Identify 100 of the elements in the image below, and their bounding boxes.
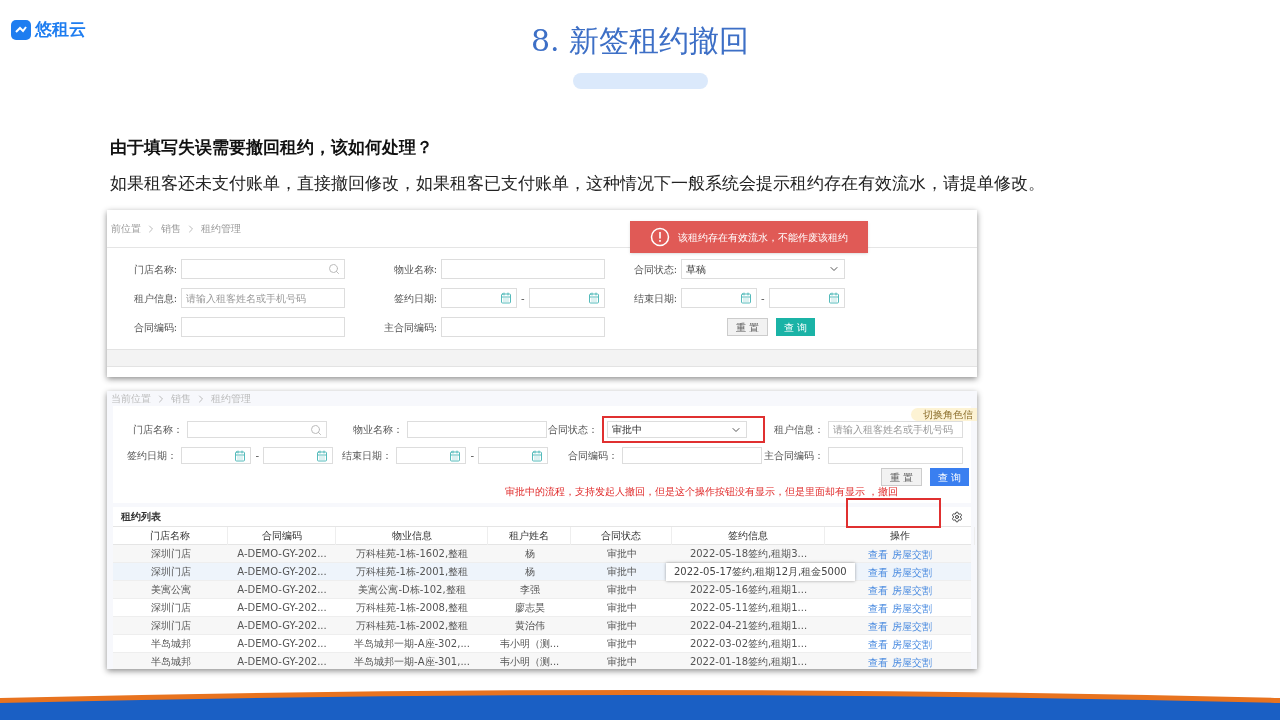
calendar-icon [234, 449, 247, 462]
table-cell-text: 2022-04-21签约,租期1... [688, 619, 809, 633]
date-field[interactable] [263, 447, 333, 464]
table-row[interactable]: 半岛城邦 A-DEMO-GY-202... 半岛城邦一期-A座-301,... 韦小明（测... 审批中 2022-01-18签约,租期1... 查看 房屋交割 [113, 653, 971, 669]
action-link[interactable]: 房屋交割 [892, 618, 932, 634]
action-link[interactable]: 查看 [868, 582, 888, 598]
table-cell-text: 杨 [523, 547, 536, 561]
date-field[interactable] [181, 447, 252, 464]
table-cell-text: 审批中 [605, 619, 638, 633]
action-link[interactable]: 查看 [868, 546, 888, 562]
table-cell-text: 2022-05-11签约,租期1... [688, 601, 809, 615]
date-field[interactable] [478, 447, 548, 464]
table-row[interactable]: 深圳门店 A-DEMO-GY-202... 万科桂苑-1栋-2008,整租 廖志昊 审批中 2022-05-11签约,租期1... 查看 房屋交割 [113, 599, 971, 617]
table-cell-text: 廖志昊 [513, 601, 546, 615]
table-cell-text: 审批中 [605, 583, 638, 597]
field-label: 合同编码: [132, 320, 177, 335]
input-field[interactable] [441, 317, 605, 337]
input-field[interactable] [441, 259, 605, 279]
calendar-icon [316, 449, 328, 462]
table-cell-text: 万科桂苑-1栋-2008,整租 [354, 601, 470, 615]
table-row[interactable]: 深圳门店 A-DEMO-GY-202... 万科桂苑-1栋-2001,整租 杨 审批中 2022-05-17签约,租期12月,租金5000 查看 房屋交割 [113, 563, 971, 581]
calendar-icon [827, 292, 840, 304]
search-icon [328, 263, 340, 275]
question-text: 由于填写失误需要撤回租约，该如何处理？ [110, 136, 434, 159]
table-cell-text: 2022-03-02签约,租期1... [688, 637, 809, 651]
action-link[interactable]: 房屋交割 [892, 600, 932, 616]
calendar-icon [449, 449, 462, 462]
action-link[interactable]: 房屋交割 [892, 564, 932, 580]
field-label: 合同编码： [567, 449, 618, 463]
action-link[interactable]: 查看 [868, 636, 888, 652]
input-field[interactable]: 请输入租客姓名或手机号码 [828, 421, 963, 438]
date-field[interactable] [681, 288, 757, 308]
table-cell-text: 李强 [518, 583, 541, 597]
table-cell-text: A-DEMO-GY-202... [236, 637, 328, 651]
field-label: 门店名称： [132, 423, 183, 437]
search-field[interactable] [181, 259, 345, 279]
answer-text: 如果租客还未支付账单，直接撤回修改，如果租客已支付账单，这种情况下一般系统会提示租约存在有效流水，请提单修改。 [110, 171, 1046, 195]
search-field[interactable] [187, 421, 327, 438]
input-field[interactable]: 请输入租客姓名或手机号码 [181, 288, 345, 308]
breadcrumb-item[interactable]: 前位置 [111, 221, 141, 236]
field-label: 租户信息： [773, 423, 824, 437]
action-link[interactable]: 房屋交割 [892, 546, 932, 562]
field-label: 物业名称: [392, 262, 437, 277]
field-label: 结束日期： [341, 449, 393, 463]
table-cell-text: 万科桂苑-1栋-1602,整租 [354, 547, 470, 561]
table-cell-text: 深圳门店 [149, 547, 192, 561]
range-dash: - [761, 291, 765, 306]
action-link[interactable]: 查看 [868, 600, 888, 616]
table-cell-text: 美寓公寓 [149, 583, 192, 597]
table-cell-text: 万科桂苑-1栋-2002,整租 [354, 619, 470, 633]
table-cell-text: 杨 [523, 565, 536, 579]
field-label: 主合同编码： [763, 449, 824, 463]
action-link[interactable]: 查看 [868, 618, 888, 634]
action-link[interactable]: 查看 [868, 654, 888, 669]
settings-icon[interactable] [951, 510, 963, 523]
date-field[interactable] [396, 447, 467, 464]
action-link[interactable]: 房屋交割 [892, 582, 932, 598]
table-row[interactable]: 深圳门店 A-DEMO-GY-202... 万科桂苑-1栋-1602,整租 杨 审批中 2022-05-18签约,租期3... 查看 房屋交割 [113, 545, 971, 563]
logo-text: 悠租云 [35, 18, 86, 41]
table-cell-text: 审批中 [605, 655, 638, 669]
select-field[interactable]: 草稿 [681, 259, 845, 279]
date-field[interactable] [768, 288, 845, 308]
action-link[interactable]: 房屋交割 [892, 654, 932, 669]
input-field[interactable] [828, 447, 963, 464]
table-cell-text: 半岛城邦一期-A座-302,... [353, 637, 471, 651]
table-cell-text: 审批中 [605, 565, 638, 579]
table-cell-text: 审批中 [605, 601, 638, 615]
range-dash: - [255, 449, 259, 463]
query-button[interactable]: 查 询 [929, 468, 969, 486]
input-field[interactable] [407, 421, 547, 438]
table-row[interactable]: 深圳门店 A-DEMO-GY-202... 万科桂苑-1栋-2002,整租 黄治伟 审批中 2022-04-21签约,租期1... 查看 房屋交割 [113, 617, 971, 635]
action-link[interactable]: 查看 [868, 564, 888, 580]
table-row[interactable]: 美寓公寓 A-DEMO-GY-202... 美寓公寓-D栋-102,整租 李强 审批中 2022-05-16签约,租期1... 查看 房屋交割 [113, 581, 971, 599]
table-cell-text: 2022-01-18签约,租期1... [688, 655, 809, 669]
action-link[interactable]: 房屋交割 [892, 636, 932, 652]
date-field[interactable] [528, 288, 605, 308]
role-switch-badge[interactable]: 切换角色信 [911, 408, 977, 421]
date-field[interactable] [441, 288, 517, 308]
table-title: 租约列表 [121, 510, 161, 524]
breadcrumb-item[interactable]: 销售 [161, 221, 181, 236]
table-row[interactable]: 半岛城邦 A-DEMO-GY-202... 半岛城邦一期-A座-302,... 韦小明（测... 审批中 2022-03-02签约,租期1... 查看 房屋交割 [113, 635, 971, 653]
calendar-icon [531, 449, 543, 462]
field-label: 物业名称： [352, 423, 403, 437]
query-button[interactable]: 查 询 [776, 318, 816, 336]
table-cell-text: A-DEMO-GY-202... [236, 583, 328, 597]
logo-icon [11, 19, 31, 40]
reset-button[interactable]: 重 置 [880, 468, 922, 486]
select-field[interactable]: 审批中 [607, 421, 747, 438]
table-cell-text: 审批中 [605, 637, 638, 651]
breadcrumb-item[interactable]: 租约管理 [201, 221, 241, 236]
table-cell-text: 2022-05-16签约,租期1... [688, 583, 809, 597]
input-field[interactable] [181, 317, 345, 337]
input-field[interactable] [622, 447, 762, 464]
table-cell-text: 韦小明（测... [498, 637, 561, 651]
table-cell-text: A-DEMO-GY-202... [236, 601, 328, 615]
breadcrumb-item[interactable]: 销售 [171, 391, 191, 406]
reset-button[interactable]: 重 置 [727, 318, 769, 336]
calendar-icon [500, 292, 512, 304]
cell-tooltip: 2022-05-17签约,租期12月,租金5000 [666, 563, 855, 581]
table-cell-text: 深圳门店 [149, 565, 192, 579]
